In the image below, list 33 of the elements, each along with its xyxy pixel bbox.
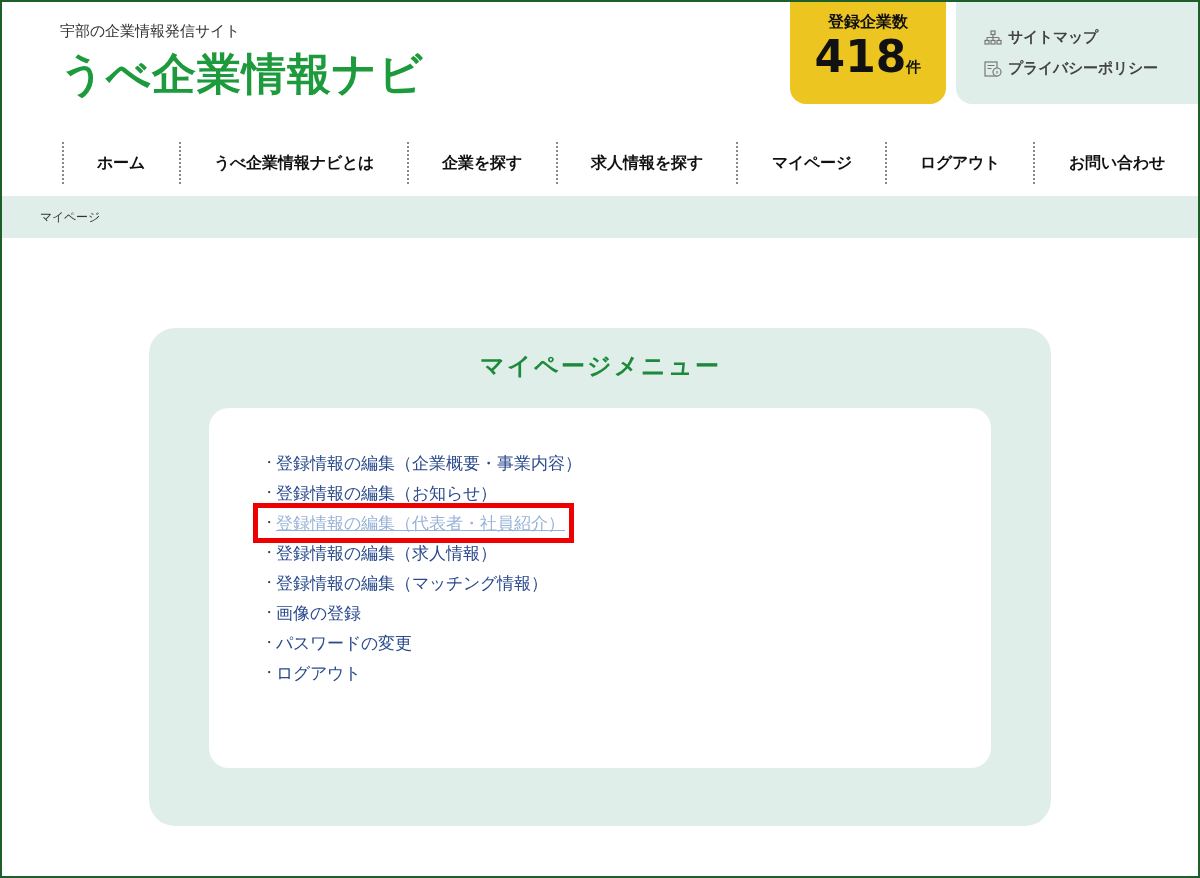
utility-link[interactable]: サイトマップ (1008, 28, 1098, 47)
bullet: ・ (262, 544, 276, 562)
bullet: ・ (262, 634, 276, 652)
menu-link[interactable]: 登録情報の編集（お知らせ） (276, 481, 497, 505)
nav-link[interactable]: お問い合わせ (1033, 142, 1198, 184)
bullet: ・ (262, 604, 276, 622)
site-logo[interactable]: うべ企業情報ナビ (60, 45, 790, 104)
menu-link[interactable]: 登録情報の編集（企業概要・事業内容） (276, 451, 582, 475)
bullet: ・ (262, 454, 276, 472)
menu-link[interactable]: ログアウト (276, 661, 361, 685)
nav-link[interactable]: ログアウト (884, 142, 1034, 184)
document-lock-icon (984, 60, 1002, 77)
menu-title: マイページメニュー (479, 351, 721, 382)
breadcrumb-text: マイページ (40, 208, 100, 226)
site-tagline: 宇部の企業情報発信サイト (60, 22, 241, 41)
count-value: 418 (814, 33, 907, 82)
sitemap-icon (984, 29, 1002, 46)
menu-link[interactable]: パスワードの変更 (276, 631, 412, 655)
bullet: ・ (262, 664, 276, 682)
bullet: ・ (262, 574, 276, 592)
nav-link[interactable]: 求人情報を探す (555, 142, 737, 184)
nav-link[interactable]: ホーム (62, 142, 179, 184)
bullet: ・ (262, 514, 276, 532)
count-label: 登録企業数 (828, 12, 908, 33)
bullet: ・ (262, 484, 276, 502)
nav-link[interactable]: うべ企業情報ナビとは (178, 142, 408, 184)
menu-link[interactable]: 登録情報の編集（求人情報） (276, 541, 497, 565)
nav-link[interactable]: マイページ (736, 142, 885, 184)
utility-link[interactable]: プライバシーポリシー (1008, 59, 1158, 78)
count-unit: 件 (906, 58, 922, 77)
nav-link[interactable]: 企業を探す (407, 142, 556, 184)
menu-link[interactable]: 登録情報の編集（マッチング情報） (276, 571, 548, 595)
menu-link[interactable]: 画像の登録 (276, 601, 361, 625)
